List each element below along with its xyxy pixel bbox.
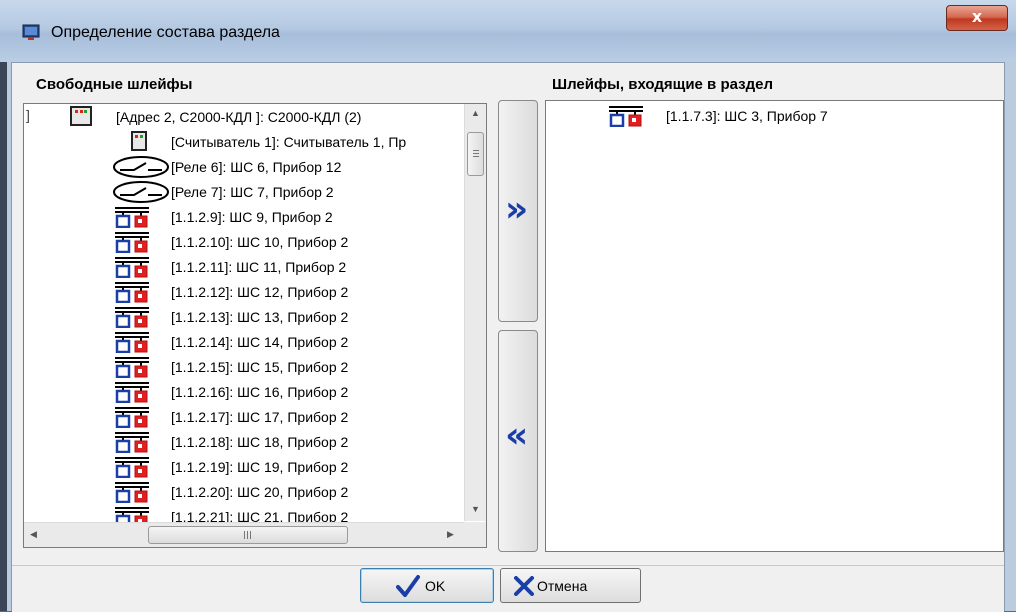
loop-icon (114, 431, 150, 456)
loop-icon (114, 306, 150, 331)
device-icon (70, 106, 92, 129)
loop-icon (114, 281, 150, 306)
loop-icon (114, 231, 150, 256)
double-chevron-right-icon: » (505, 189, 529, 230)
free-loops-label: Свободные шлейфы (36, 76, 193, 93)
tree-item[interactable]: [1.1.2.18]: ШС 18, Прибор 2 (24, 430, 464, 455)
free-loops-list[interactable]: [Адрес 2, С2000-КДЛ ]: С2000-КДЛ (2) [Счи… (23, 103, 487, 548)
tree-item-label: [1.1.2.17]: ШС 17, Прибор 2 (171, 409, 349, 425)
loop-icon (114, 381, 150, 406)
scroll-left-arrow-icon[interactable]: ◀ (30, 529, 37, 540)
loop-icon (114, 356, 150, 381)
free-loops-vscroll[interactable]: ▲ ▼ (464, 104, 486, 521)
tree-item[interactable]: [Реле 6]: ШС 6, Прибор 12 (24, 155, 464, 180)
tree-item[interactable]: [1.1.2.20]: ШС 20, Прибор 2 (24, 480, 464, 505)
tree-item-label: [Реле 6]: ШС 6, Прибор 12 (171, 159, 342, 175)
app-icon (22, 24, 40, 40)
relay-icon (112, 181, 170, 206)
tree-item-label: [Реле 7]: ШС 7, Прибор 2 (171, 184, 334, 200)
loop-icon (114, 456, 150, 481)
tree-item-label: [1.1.2.14]: ШС 14, Прибор 2 (171, 334, 349, 350)
window-title: Определение состава раздела (51, 24, 280, 41)
tree-item[interactable]: [1.1.2.13]: ШС 13, Прибор 2 (24, 305, 464, 330)
tree-item[interactable]: [1.1.2.9]: ШС 9, Прибор 2 (24, 205, 464, 230)
section-loops-label: Шлейфы, входящие в раздел (552, 76, 773, 93)
loop-icon (114, 406, 150, 431)
tree-item[interactable]: [Адрес 2, С2000-КДЛ ]: С2000-КДЛ (2) (24, 105, 464, 130)
double-chevron-left-icon: « (505, 415, 529, 456)
tree-item-label: [1.1.2.21]: ШС 21, Прибор 2 (171, 509, 349, 522)
tree-item-label: [1.1.2.16]: ШС 16, Прибор 2 (171, 384, 349, 400)
tree-item[interactable]: [1.1.2.16]: ШС 16, Прибор 2 (24, 380, 464, 405)
scroll-down-arrow-icon[interactable]: ▼ (471, 504, 480, 514)
tree-item-label: [1.1.2.19]: ШС 19, Прибор 2 (171, 459, 349, 475)
tree-item[interactable]: [1.1.2.10]: ШС 10, Прибор 2 (24, 230, 464, 255)
ok-button-label: OK (425, 578, 446, 594)
tree-item-label: [1.1.2.11]: ШС 11, Прибор 2 (171, 259, 347, 275)
tree-item[interactable]: [1.1.2.21]: ШС 21, Прибор 2 (24, 505, 464, 522)
loop-icon (114, 206, 150, 231)
loop-icon (114, 481, 150, 506)
scroll-up-arrow-icon[interactable]: ▲ (471, 108, 480, 118)
tree-item-label: [1.1.2.20]: ШС 20, Прибор 2 (171, 484, 349, 500)
reader-icon (131, 131, 147, 154)
tree-item-label: [1.1.2.18]: ШС 18, Прибор 2 (171, 434, 349, 450)
tree-item-label: [1.1.7.3]: ШС 3, Прибор 7 (666, 108, 828, 124)
tree-item[interactable]: [1.1.2.17]: ШС 17, Прибор 2 (24, 405, 464, 430)
scroll-corner (464, 522, 486, 547)
relay-icon (112, 156, 170, 181)
ok-button[interactable]: OK (360, 568, 494, 603)
vscroll-thumb[interactable] (467, 132, 484, 176)
cancel-button[interactable]: Отмена (500, 568, 641, 603)
free-loops-hscroll[interactable]: ◀ ▶ (24, 522, 464, 547)
window-edge (0, 62, 7, 611)
tree-item[interactable]: [1.1.2.12]: ШС 12, Прибор 2 (24, 280, 464, 305)
section-loops-list[interactable]: [1.1.7.3]: ШС 3, Прибор 7 (545, 100, 1004, 552)
tree-item-label: [1.1.2.13]: ШС 13, Прибор 2 (171, 309, 349, 325)
scroll-right-arrow-icon[interactable]: ▶ (447, 529, 454, 540)
tree-expander-icon[interactable]: ] (26, 107, 30, 123)
loop-icon (114, 331, 150, 356)
loop-icon (114, 256, 150, 281)
loop-icon (114, 506, 150, 522)
tree-item-label: [1.1.2.12]: ШС 12, Прибор 2 (171, 284, 349, 300)
tree-item[interactable]: [1.1.2.19]: ШС 19, Прибор 2 (24, 455, 464, 480)
tree-item-label: [1.1.2.15]: ШС 15, Прибор 2 (171, 359, 349, 375)
tree-item-label: [Адрес 2, С2000-КДЛ ]: С2000-КДЛ (2) (116, 109, 362, 125)
hscroll-thumb[interactable] (148, 526, 348, 544)
loop-icon (608, 105, 644, 130)
tree-item[interactable]: [Реле 7]: ШС 7, Прибор 2 (24, 180, 464, 205)
add-to-section-button[interactable]: » (498, 100, 538, 322)
tree-item-label: [Считыватель 1]: Считыватель 1, Пр (171, 134, 407, 150)
checkmark-icon (396, 575, 420, 597)
tree-item[interactable]: [1.1.2.15]: ШС 15, Прибор 2 (24, 355, 464, 380)
dialog-window: Определение состава раздела x Свободные … (0, 0, 1016, 612)
cancel-button-label: Отмена (537, 578, 588, 594)
tree-item-label: [1.1.2.10]: ШС 10, Прибор 2 (171, 234, 349, 250)
title-bar: Определение состава раздела x (0, 0, 1016, 63)
tree-item[interactable]: [1.1.2.14]: ШС 14, Прибор 2 (24, 330, 464, 355)
window-frame-right (1004, 62, 1016, 611)
tree-item[interactable]: [1.1.7.3]: ШС 3, Прибор 7 (546, 104, 1003, 129)
remove-from-section-button[interactable]: « (498, 330, 538, 552)
close-button[interactable]: x (946, 5, 1008, 31)
tree-item-label: [1.1.2.9]: ШС 9, Прибор 2 (171, 209, 333, 225)
cross-icon (514, 576, 534, 596)
tree-item[interactable]: [Считыватель 1]: Считыватель 1, Пр (24, 130, 464, 155)
tree-item[interactable]: [1.1.2.11]: ШС 11, Прибор 2 (24, 255, 464, 280)
